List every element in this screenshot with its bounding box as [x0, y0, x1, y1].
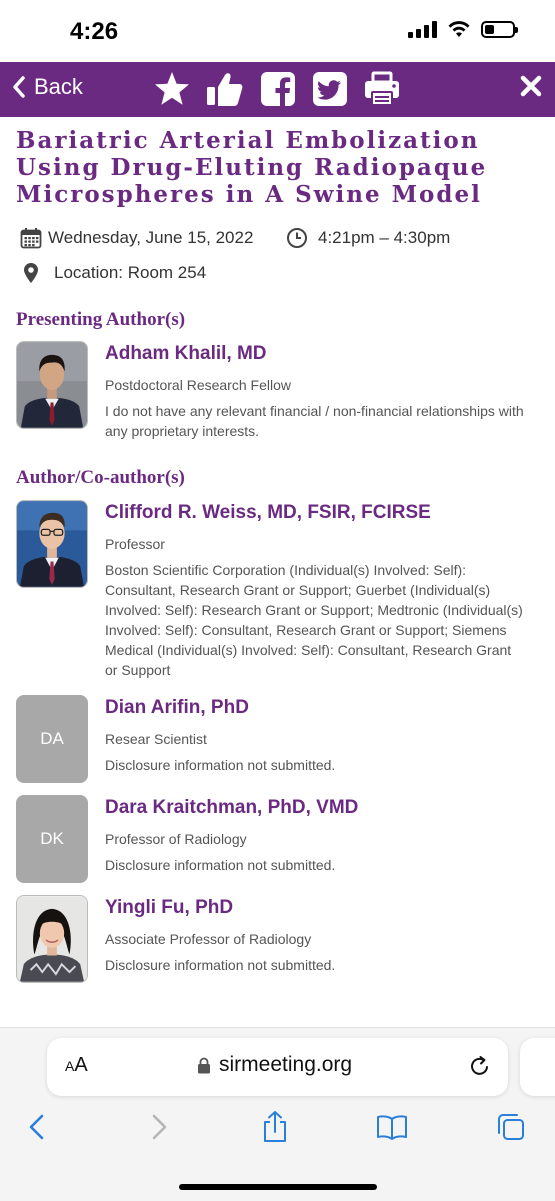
address-bar[interactable]: AA sirmeeting.org: [47, 1038, 508, 1096]
author-role: Associate Professor of Radiology: [105, 931, 312, 947]
author-photo: [16, 341, 88, 429]
author-name[interactable]: Clifford R. Weiss, MD, FSIR, FCIRSE: [105, 502, 431, 524]
author-name[interactable]: Dian Arifin, PhD: [105, 697, 249, 719]
lock-icon: [198, 1057, 210, 1073]
author-disclosure: Disclosure information not submitted.: [105, 857, 336, 873]
session-detail: Bariatric Arterial Embolization Using Dr…: [0, 117, 555, 1027]
session-date-row: Wednesday, June 15, 2022: [20, 227, 253, 249]
reload-icon[interactable]: [468, 1054, 492, 1078]
presenting-authors-heading: Presenting Author(s): [16, 309, 186, 330]
session-title: Bariatric Arterial Embolization Using Dr…: [16, 127, 541, 208]
bookmarks-icon[interactable]: [376, 1110, 408, 1144]
session-title-line: Microspheres in A Swine Model: [16, 181, 482, 208]
author-role: Postdoctoral Research Fellow: [105, 377, 291, 393]
battery-icon: [481, 20, 518, 38]
author-role: Resear Scientist: [105, 731, 207, 747]
wifi-icon: [448, 21, 470, 37]
text-size-large-glyph: A: [74, 1054, 88, 1076]
author-photo: [16, 895, 88, 983]
author-disclosure: I do not have any relevant financial / n…: [105, 403, 524, 439]
close-icon[interactable]: [519, 74, 543, 98]
session-title-line: Bariatric Arterial Embolization: [16, 127, 480, 154]
author-initials-avatar: DA: [16, 695, 88, 783]
browser-toolbar: AA sirmeeting.org: [0, 1027, 555, 1201]
session-title-line: Using Drug-Eluting Radiopaque: [16, 154, 488, 181]
url-text: sirmeeting.org: [219, 1053, 353, 1076]
facebook-icon[interactable]: [259, 70, 297, 108]
coauthors-heading: Author/Co-author(s): [16, 467, 185, 488]
url-display[interactable]: sirmeeting.org: [197, 1053, 352, 1077]
author-disclosure: Disclosure information not submitted.: [105, 757, 336, 773]
author-disclosure: Disclosure information not submitted.: [105, 957, 336, 973]
next-tab-preview[interactable]: [520, 1038, 555, 1096]
chevron-left-icon: [13, 76, 25, 98]
map-pin-icon: [24, 263, 38, 283]
status-icons: [408, 20, 518, 38]
session-time: 4:21pm – 4:30pm: [318, 228, 451, 247]
cellular-signal-icon: [408, 20, 437, 38]
session-toolbar: Back: [0, 62, 555, 117]
author-role: Professor of Radiology: [105, 831, 247, 847]
author-disclosure: Boston Scientific Corporation (Individua…: [105, 562, 523, 678]
back-button[interactable]: Back: [12, 74, 83, 100]
back-label: Back: [34, 74, 83, 99]
session-time-row: 4:21pm – 4:30pm: [286, 227, 450, 249]
text-size-button[interactable]: AA: [65, 1054, 88, 1077]
share-icon[interactable]: [259, 1110, 291, 1144]
author-name[interactable]: Adham Khalil, MD: [105, 343, 267, 365]
author-initials-avatar: DK: [16, 795, 88, 883]
session-location: Location: Room 254: [54, 263, 207, 282]
author-name[interactable]: Yingli Fu, PhD: [105, 897, 233, 919]
status-bar: 4:26: [0, 0, 555, 62]
clock-icon: [287, 228, 307, 248]
session-location-row: Location: Room 254: [20, 262, 206, 284]
text-size-small-glyph: A: [65, 1058, 75, 1074]
session-date: Wednesday, June 15, 2022: [48, 228, 254, 247]
print-icon[interactable]: [363, 70, 401, 108]
tabs-icon[interactable]: [495, 1110, 527, 1144]
thumbs-up-icon[interactable]: [206, 70, 244, 108]
star-icon[interactable]: [153, 70, 191, 108]
calendar-icon: [20, 228, 42, 249]
chevron-left-icon[interactable]: [22, 1110, 54, 1144]
author-name[interactable]: Dara Kraitchman, PhD, VMD: [105, 797, 358, 819]
home-indicator[interactable]: [179, 1184, 377, 1190]
chevron-right-icon[interactable]: [142, 1110, 174, 1144]
status-time: 4:26: [70, 18, 119, 45]
author-role: Professor: [105, 536, 165, 552]
twitter-icon[interactable]: [311, 70, 349, 108]
author-photo: [16, 500, 88, 588]
